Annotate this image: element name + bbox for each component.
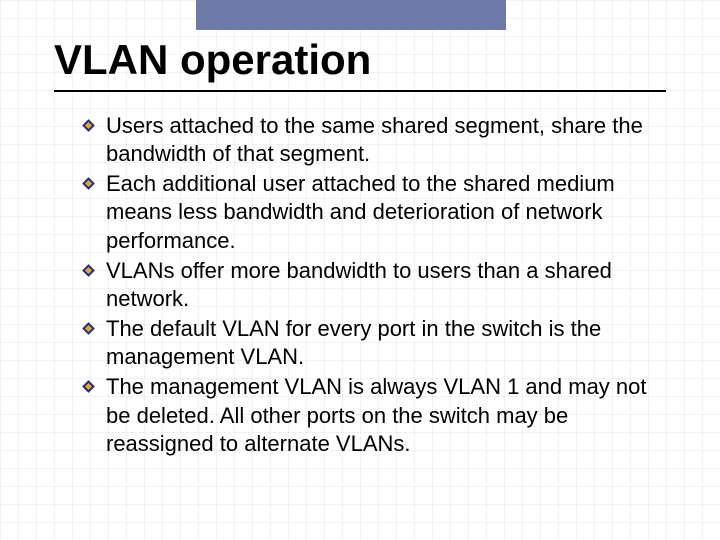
bullet-text: The management VLAN is always VLAN 1 and… bbox=[106, 374, 647, 455]
diamond-bullet-icon bbox=[82, 322, 95, 335]
bullet-text: VLANs offer more bandwidth to users than… bbox=[106, 258, 612, 311]
diamond-bullet-icon bbox=[82, 119, 95, 132]
list-item: Each additional user attached to the sha… bbox=[82, 170, 656, 254]
bullet-text: Each additional user attached to the sha… bbox=[106, 171, 615, 252]
diamond-bullet-icon bbox=[82, 380, 95, 393]
list-item: The default VLAN for every port in the s… bbox=[82, 315, 656, 371]
list-item: The management VLAN is always VLAN 1 and… bbox=[82, 373, 656, 457]
bullet-list: Users attached to the same shared segmen… bbox=[54, 112, 666, 458]
list-item: VLANs offer more bandwidth to users than… bbox=[82, 257, 656, 313]
list-item: Users attached to the same shared segmen… bbox=[82, 112, 656, 168]
bullet-text: Users attached to the same shared segmen… bbox=[106, 113, 643, 166]
bullet-text: The default VLAN for every port in the s… bbox=[106, 316, 601, 369]
diamond-bullet-icon bbox=[82, 177, 95, 190]
diamond-bullet-icon bbox=[82, 264, 95, 277]
slide-content: VLAN operation Users attached to the sam… bbox=[0, 0, 720, 458]
slide-title: VLAN operation bbox=[54, 36, 666, 84]
title-underline bbox=[54, 90, 666, 92]
